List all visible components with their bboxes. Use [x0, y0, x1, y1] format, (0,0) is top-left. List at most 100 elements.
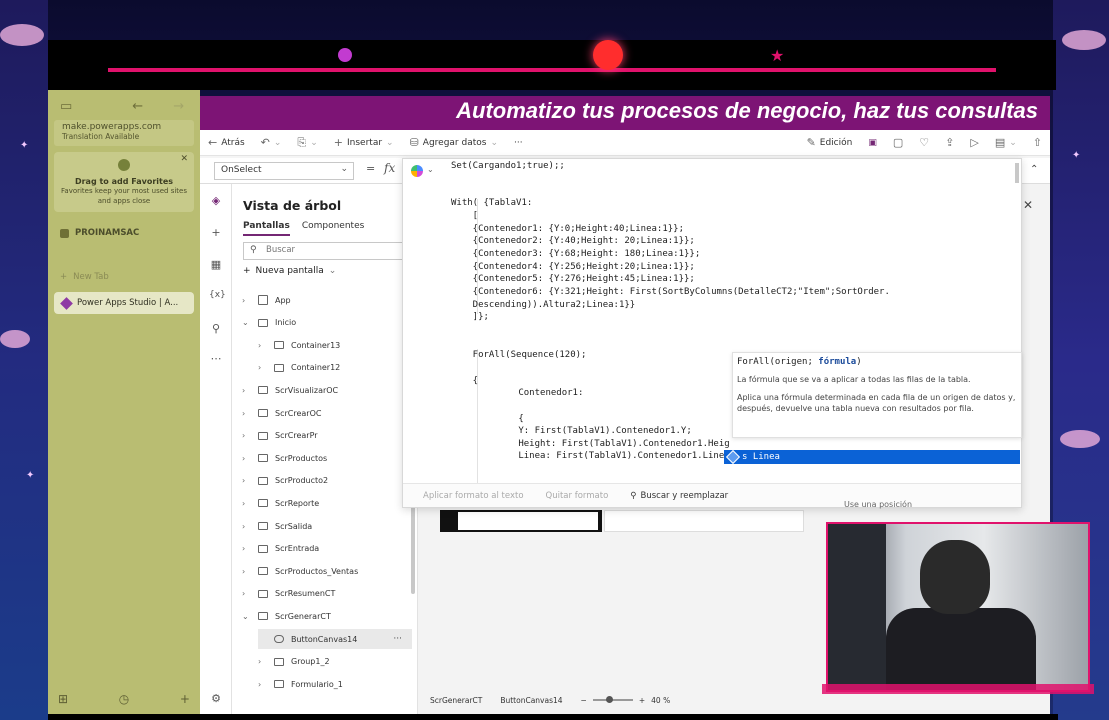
find-replace-button[interactable]: ⚲ Buscar y reemplazar [630, 491, 728, 501]
search-icon[interactable]: ⚲ [209, 322, 223, 336]
comments-button[interactable]: ▢ [885, 136, 911, 149]
tree-item-label: ScrProductos [275, 453, 328, 463]
close-icon[interactable]: ✕ [180, 154, 188, 164]
tab-screens[interactable]: Pantallas [243, 221, 290, 236]
chevron-down-icon: ⌄ [310, 137, 318, 148]
layers-icon[interactable]: ◈ [209, 194, 223, 208]
status-screen[interactable]: ScrGenerarCT [430, 696, 482, 705]
history-icon[interactable]: ◷ [119, 692, 129, 706]
stream-decoration-left [0, 0, 48, 720]
tree-item[interactable]: › ScrSalida [242, 516, 412, 536]
chevron-right-icon[interactable]: › [242, 386, 252, 395]
code-line: [ [451, 211, 479, 221]
tree-item[interactable]: › ScrCrearPr [242, 426, 412, 446]
back-label: Atrás [221, 137, 245, 148]
status-control[interactable]: ButtonCanvas14 [500, 696, 562, 705]
properties-panel: Use una posición [836, 290, 1050, 510]
tree-item[interactable]: › Container13 [258, 335, 412, 355]
collapse-chevron-icon[interactable]: ⌃ [1030, 164, 1038, 175]
format-text-button[interactable]: Aplicar formato al texto [423, 491, 524, 501]
chevron-down-icon: ⌄ [490, 137, 498, 148]
chevron-down-icon[interactable]: ⌄ [242, 318, 252, 327]
code-line: Set(Cargando1;true);; [451, 161, 565, 171]
screen-icon [274, 341, 284, 350]
chevron-right-icon[interactable]: › [258, 363, 268, 372]
tree-item[interactable]: › ScrVisualizarOC [242, 380, 412, 400]
tab-group[interactable]: PROINAMSAC [60, 228, 139, 238]
undo-button[interactable]: ↶ ⌄ [253, 136, 290, 149]
property-dropdown[interactable]: OnSelect ⌄ [214, 162, 354, 180]
add-icon[interactable]: + [180, 692, 190, 706]
chevron-right-icon[interactable]: › [242, 589, 252, 598]
screen-icon [258, 522, 268, 530]
browser-tab-power-apps[interactable]: Power Apps Studio | A... [54, 292, 194, 314]
tree-item[interactable]: ButtonCanvas14 ··· [258, 629, 412, 649]
screen-icon [274, 680, 284, 689]
chevron-right-icon[interactable]: › [258, 341, 268, 350]
tree-item[interactable]: › Container12 [258, 358, 412, 378]
zoom-slider[interactable] [592, 696, 633, 703]
zoom-slider-thumb[interactable] [605, 696, 613, 703]
tree-item[interactable]: › ScrEntrada [242, 539, 412, 559]
preview-button[interactable]: ▷ [962, 136, 986, 149]
settings-icon[interactable]: ⚙ [209, 692, 223, 706]
chevron-right-icon[interactable]: › [242, 499, 252, 508]
variables-icon[interactable]: {x} [209, 290, 226, 304]
chevron-right-icon[interactable]: › [242, 476, 252, 485]
edit-mode-button[interactable]: ✎ Edición [799, 136, 861, 149]
data-icon[interactable]: ▦ [209, 258, 223, 272]
chevron-right-icon[interactable]: › [242, 296, 252, 305]
insert-icon[interactable]: + [209, 226, 223, 240]
chevron-right-icon[interactable]: › [242, 409, 252, 418]
forward-arrow-icon[interactable]: → [173, 99, 184, 114]
save-button[interactable]: ▤ ⌄ [987, 136, 1025, 149]
tree-item[interactable]: › ScrProductos_Ventas [242, 561, 412, 581]
tree-item[interactable]: › ScrCrearOC [242, 403, 412, 423]
chevron-right-icon[interactable]: › [242, 431, 252, 440]
tree-item[interactable]: › Formulario_1 [258, 674, 412, 694]
tree-item[interactable]: › ScrResumenCT [242, 584, 412, 604]
more-icon[interactable]: ⋯ [209, 352, 223, 366]
more-label: ··· [514, 137, 523, 148]
tree-item[interactable]: ⌄ Inicio [242, 313, 412, 333]
back-arrow-icon[interactable]: ← [132, 99, 143, 114]
chevron-down-icon[interactable]: ⌄ [242, 612, 252, 621]
remove-format-button[interactable]: Quitar formato [546, 491, 609, 501]
screen-icon [274, 657, 284, 666]
zoom-out-icon[interactable]: − [581, 696, 587, 705]
tab-components[interactable]: Componentes [302, 221, 364, 236]
chevron-right-icon[interactable]: › [242, 522, 252, 531]
tree-item[interactable]: › ScrProducto2 [242, 471, 412, 491]
sidebar-toggle-icon[interactable]: ▭ [60, 99, 72, 114]
back-button[interactable]: ← Atrás [200, 136, 253, 149]
stream-top-bar: ★ [48, 40, 1056, 90]
downloads-icon[interactable]: ⊞ [58, 692, 68, 706]
tree-search-input[interactable]: ⚲ Buscar [243, 242, 403, 260]
new-screen-label: Nueva pantalla [255, 266, 324, 276]
tree-item[interactable]: › ScrReporte [242, 493, 412, 513]
chevron-right-icon[interactable]: › [258, 657, 268, 666]
more-button[interactable]: ··· [506, 138, 531, 148]
tree-item[interactable]: › App [242, 290, 412, 310]
new-screen-button[interactable]: + Nueva pantalla ⌄ [243, 266, 336, 276]
paste-button[interactable]: ⎘ ⌄ [289, 136, 325, 150]
close-icon[interactable]: ✕ [1023, 198, 1033, 212]
health-button[interactable]: ♡ [911, 136, 937, 149]
address-bar[interactable]: make.powerapps.com Translation Available [54, 120, 194, 146]
more-options-icon[interactable]: ··· [393, 634, 402, 644]
add-data-button[interactable]: ⛁ Agregar datos ⌄ [402, 136, 506, 149]
publish-button[interactable]: ⇧ [1025, 136, 1050, 149]
chevron-right-icon[interactable]: › [242, 567, 252, 576]
tree-item[interactable]: › ScrProductos [242, 448, 412, 468]
insert-button[interactable]: + Insertar ⌄ [326, 136, 402, 149]
chevron-right-icon[interactable]: › [242, 454, 252, 463]
tree-item[interactable]: ⌄ ScrGenerarCT [242, 606, 412, 626]
plus-icon: + [243, 266, 251, 276]
chevron-right-icon[interactable]: › [258, 680, 268, 689]
app-checker-button[interactable]: ▣ [860, 138, 885, 148]
zoom-in-icon[interactable]: + [639, 696, 645, 705]
share-button[interactable]: ⇪ [937, 136, 962, 149]
tree-item[interactable]: › Group1_2 [258, 652, 412, 672]
new-tab-button[interactable]: + New Tab [60, 272, 109, 282]
chevron-right-icon[interactable]: › [242, 544, 252, 553]
